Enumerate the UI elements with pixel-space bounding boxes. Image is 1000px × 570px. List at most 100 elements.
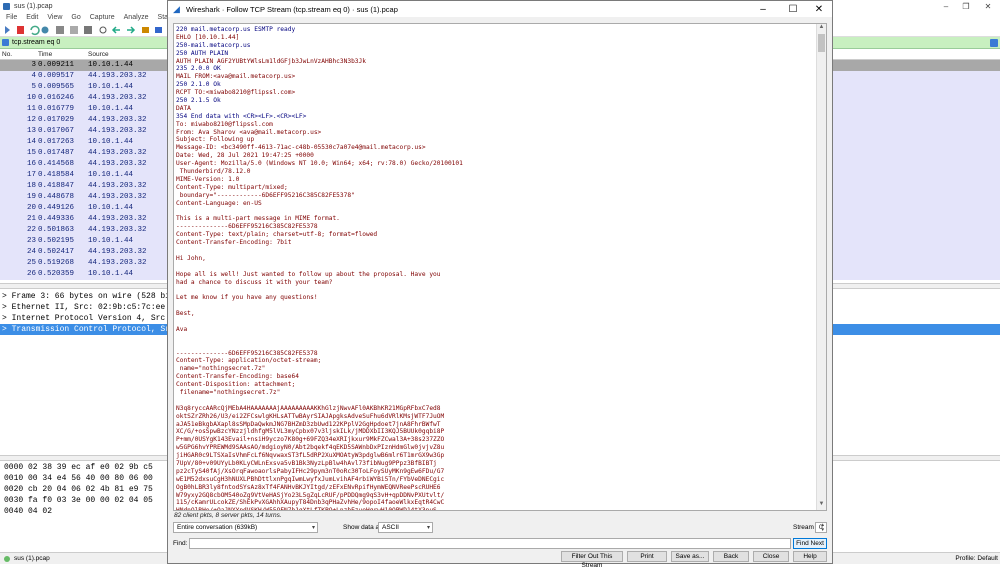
status-ready-icon bbox=[4, 555, 10, 562]
scroll-down-icon[interactable]: ▼ bbox=[817, 501, 826, 510]
dialog-close-icon[interactable]: ✕ bbox=[804, 1, 834, 17]
menu-item-file[interactable]: File bbox=[6, 14, 17, 21]
packet-no: 18 bbox=[26, 182, 36, 190]
stream-line-client: Thunderbird/78.12.0 bbox=[176, 168, 251, 176]
toolbar-icons[interactable] bbox=[0, 23, 170, 37]
stream-line-client bbox=[176, 318, 816, 326]
stream-line-client: Content-Type: text/plain; charset=utf-8;… bbox=[176, 231, 378, 239]
stream-line-client bbox=[176, 302, 816, 310]
wireshark-fin-icon: ◢ bbox=[173, 3, 180, 14]
dialog-minimize-icon[interactable]: – bbox=[748, 1, 778, 17]
dialog-title-bar: ◢ Wireshark · Follow TCP Stream (tcp.str… bbox=[168, 1, 832, 17]
follow-tcp-stream-dialog: ◢ Wireshark · Follow TCP Stream (tcp.str… bbox=[167, 0, 834, 569]
stream-line-client: RCPT TO:<miwabo8210@flipssl.com> bbox=[176, 89, 296, 97]
stream-line-client: Content-Transfer-Encoding: 7bit bbox=[176, 239, 292, 247]
main-title: sus (1).pcap bbox=[14, 2, 53, 10]
packet-no: 3 bbox=[31, 61, 36, 69]
stream-line-client bbox=[176, 342, 816, 350]
stream-line-client: From: Ava Sharov <ava@mail.metacorp.us> bbox=[176, 128, 322, 136]
stream-line-client: Subject: Following up bbox=[176, 136, 255, 144]
packet-src: 44.193.203.32 bbox=[88, 149, 147, 157]
show-data-as-select[interactable]: ASCII ▾ bbox=[378, 522, 433, 533]
find-label: Find: bbox=[173, 540, 188, 547]
stream-text[interactable]: 220 mail.metacorp.us ESMTP ready EHLO [10… bbox=[176, 26, 816, 510]
packet-time: 0.017029 bbox=[38, 116, 75, 124]
stream-line-client: User-Agent: Mozilla/5.0 (Windows NT 10.0… bbox=[176, 160, 463, 168]
scroll-up-icon[interactable]: ▲ bbox=[817, 24, 826, 33]
close-button[interactable]: Close bbox=[753, 551, 789, 562]
show-data-as-value: ASCII bbox=[382, 524, 399, 531]
menu-item-analyze[interactable]: Analyze bbox=[124, 14, 149, 21]
scroll-thumb[interactable] bbox=[818, 34, 825, 52]
status-profile[interactable]: Profile: Default bbox=[955, 555, 998, 562]
stream-line-client: To: miwabo8210@flipssl.com bbox=[176, 120, 273, 128]
stream-line-server: 250 2.1.0 Ok bbox=[176, 81, 221, 89]
conversation-select[interactable]: Entire conversation (639kB) ▾ bbox=[173, 522, 318, 533]
stream-line-client: Content-Disposition: attachment; bbox=[176, 381, 296, 389]
packet-time: 0.519268 bbox=[38, 259, 75, 267]
packet-no: 19 bbox=[26, 193, 36, 201]
stream-line-client: filename="nothingsecret.7z" bbox=[176, 388, 281, 396]
packet-src: 44.193.203.32 bbox=[88, 127, 147, 135]
filter-out-stream-button[interactable]: Filter Out This Stream bbox=[561, 551, 623, 569]
print-button[interactable]: Print bbox=[627, 551, 667, 562]
stream-line-client: MAIL FROM:<ava@mail.metacorp.us> bbox=[176, 73, 296, 81]
menu-item-view[interactable]: View bbox=[47, 14, 62, 21]
bookmark-icon[interactable] bbox=[2, 39, 9, 46]
stream-line-client: jiHGAR0c9LTSXaIsVhmFcLf6NqvwaxST3fL5dRP2… bbox=[176, 452, 445, 460]
col-time[interactable]: Time bbox=[38, 51, 52, 58]
main-minimize-icon[interactable]: – bbox=[935, 0, 957, 12]
help-button[interactable]: Help bbox=[793, 551, 827, 562]
menu-item-capture[interactable]: Capture bbox=[90, 14, 115, 21]
stream-spinbox[interactable]: 0 ▲ ▼ bbox=[815, 522, 827, 533]
stream-line-client: This is a multi-part message in MIME for… bbox=[176, 215, 340, 223]
packet-time: 0.448678 bbox=[38, 193, 75, 201]
col-no[interactable]: No. bbox=[2, 51, 12, 58]
menu-item-go[interactable]: Go bbox=[71, 14, 80, 21]
stream-scrollbar[interactable]: ▲ ▼ bbox=[816, 24, 826, 510]
packet-time: 0.414568 bbox=[38, 160, 75, 168]
stream-line-client: --------------6D6EFF95216C385C82FE5378 bbox=[176, 223, 318, 231]
show-data-as-label: Show data as bbox=[343, 524, 383, 531]
find-next-button[interactable]: Find Next bbox=[793, 538, 827, 549]
packet-src: 10.10.1.44 bbox=[88, 138, 134, 146]
spin-arrows-icon[interactable]: ▲ ▼ bbox=[821, 522, 825, 532]
packet-time: 0.009211 bbox=[38, 61, 75, 69]
packet-no: 21 bbox=[26, 215, 36, 223]
stream-line-client: XC/G/+osSpwBzcYNzzjldhfgM5lVL3myCpbx07v3… bbox=[176, 428, 445, 436]
stream-line-client: OgB0hLBR3ly8fntodSYsAz8xTf4FANHvBKJYItgd… bbox=[176, 483, 441, 491]
packet-src: 10.10.1.44 bbox=[88, 83, 134, 91]
stream-line-client: W79yxy2GQ8cbOM540oZg9VtVeHASjYo23L5gZqLc… bbox=[176, 491, 445, 499]
stream-line-client: name="nothingsecret.7z" bbox=[176, 365, 266, 373]
packet-no: 10 bbox=[26, 94, 36, 102]
stream-line-client: oktSZrZRh26/U3/ei2ZFCswlgKHLsATTwBAyrSIA… bbox=[176, 412, 445, 420]
find-input[interactable] bbox=[189, 538, 791, 549]
main-close-icon[interactable]: ✕ bbox=[977, 0, 999, 12]
stream-line-client bbox=[176, 286, 816, 294]
save-as-button[interactable]: Save as... bbox=[671, 551, 709, 562]
stream-line-client: --------------6D6EFF95216C385C82FE5378 bbox=[176, 349, 318, 357]
stream-line-server: 250 AUTH PLAIN bbox=[176, 49, 229, 57]
packet-time: 0.502195 bbox=[38, 237, 75, 245]
col-source[interactable]: Source bbox=[88, 51, 109, 58]
stream-line-client: AUTH PLAIN AGF2YUBtYWlsLm1ldGFjb3JwLnVzA… bbox=[176, 57, 366, 65]
packet-time: 0.520359 bbox=[38, 270, 75, 278]
apply-filter-icon[interactable] bbox=[990, 39, 998, 47]
stream-line-client: Content-Type: application/octet-stream; bbox=[176, 357, 322, 365]
stream-content[interactable]: 220 mail.metacorp.us ESMTP ready EHLO [10… bbox=[173, 23, 827, 511]
packet-no: 20 bbox=[26, 204, 36, 212]
packet-src: 44.193.203.32 bbox=[88, 193, 147, 201]
packet-no: 12 bbox=[26, 116, 36, 124]
stream-line-server: 250 2.1.5 Ok bbox=[176, 97, 221, 105]
chevron-down-icon: ▾ bbox=[311, 525, 315, 531]
packet-time: 0.017487 bbox=[38, 149, 75, 157]
packet-src: 10.10.1.44 bbox=[88, 171, 134, 179]
display-filter-input[interactable]: tcp.stream eq 0 bbox=[12, 39, 60, 46]
packet-src: 44.193.203.32 bbox=[88, 160, 147, 168]
main-maximize-icon[interactable]: ❐ bbox=[955, 0, 977, 12]
packet-no: 17 bbox=[26, 171, 36, 179]
packet-time: 0.449336 bbox=[38, 215, 75, 223]
back-button[interactable]: Back bbox=[713, 551, 749, 562]
menu-item-edit[interactable]: Edit bbox=[26, 14, 38, 21]
packet-src: 44.193.203.32 bbox=[88, 259, 147, 267]
